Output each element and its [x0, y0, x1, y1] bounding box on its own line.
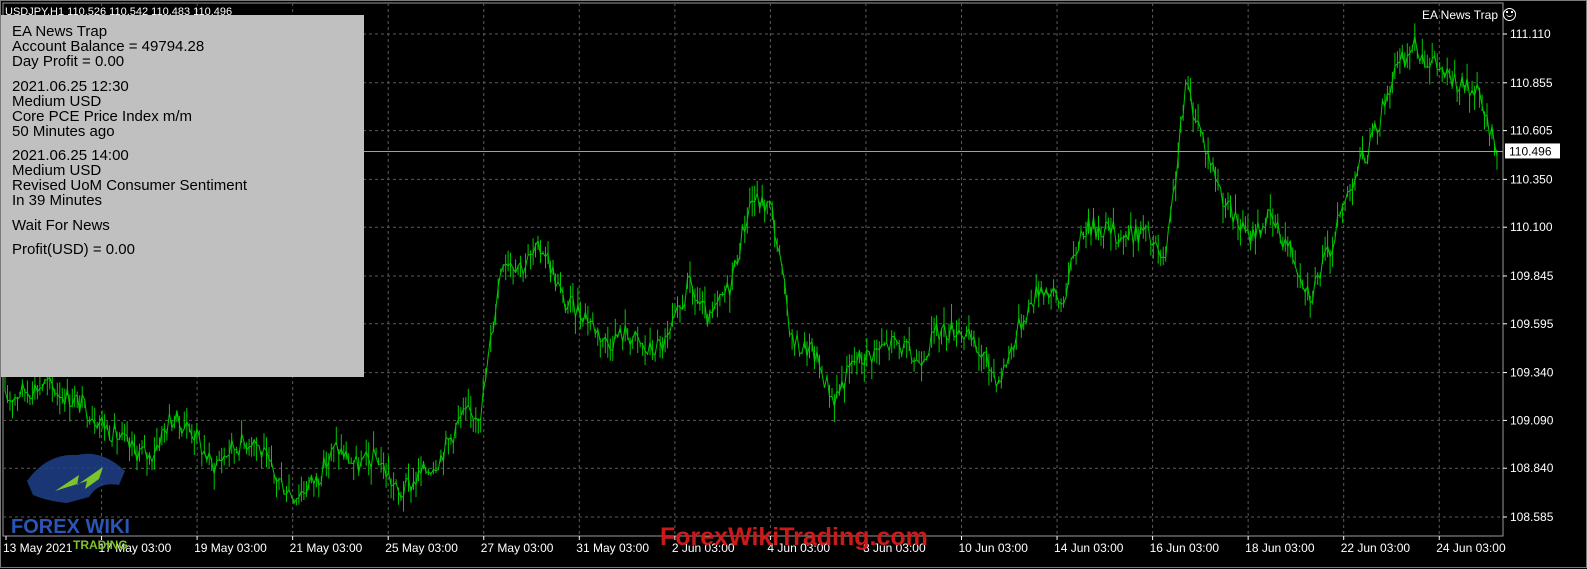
news2-time: 2021.06.25 14:00 [12, 147, 129, 164]
ea-name-text: EA News Trap [1421, 8, 1498, 22]
time-tick-label: 25 May 03:00 [385, 541, 458, 555]
time-tick-label: 27 May 03:00 [481, 541, 554, 555]
time-tick-label: 14 Jun 03:00 [1054, 541, 1124, 555]
day-profit: Day Profit = 0.00 [12, 53, 125, 70]
price-tick-label: 110.605 [1510, 124, 1553, 138]
smiley-icon [1503, 8, 1516, 21]
price-tick-label: 109.845 [1510, 269, 1554, 283]
time-tick-label: 24 Jun 03:00 [1436, 541, 1506, 555]
time-tick-label: 16 Jun 03:00 [1150, 541, 1220, 555]
news1-title: Core PCE Price Index m/m [12, 108, 193, 125]
ea-status: Wait For News [12, 217, 110, 234]
price-tick-label: 109.340 [1510, 366, 1554, 380]
news2-title: Revised UoM Consumer Sentiment [12, 177, 248, 194]
price-tick-label: 111.110 [1510, 27, 1551, 41]
site-watermark: ForexWikiTrading.com [660, 523, 928, 551]
price-tick-label: 110.855 [1510, 76, 1553, 90]
time-tick-label: 31 May 03:00 [576, 541, 649, 555]
price-tick-label: 109.090 [1510, 413, 1554, 427]
panel-title: EA News Trap [12, 23, 108, 40]
chart-window[interactable]: 111.110 110.855 110.605 110.350 110.100 109.8… [0, 0, 1587, 568]
news2-when: In 39 Minutes [12, 192, 103, 209]
ea-name-label: EA News Trap [1422, 8, 1516, 22]
price-tick-label: 109.595 [1510, 317, 1554, 331]
forex-wiki-logo: FOREX WIKI TRADING [11, 453, 130, 551]
time-tick-label: 18 Jun 03:00 [1245, 541, 1315, 555]
news1-time: 2021.06.25 12:30 [12, 78, 129, 95]
news1-when: 50 Minutes ago [12, 123, 115, 140]
price-axis: 111.110 110.855 110.605 110.350 110.100 109.8… [1503, 27, 1560, 524]
time-tick-label: 22 Jun 03:00 [1341, 541, 1411, 555]
time-tick-label: 21 May 03:00 [290, 541, 363, 555]
news1-impact: Medium USD [12, 93, 102, 110]
account-balance: Account Balance = 49794.28 [12, 38, 205, 55]
news2-impact: Medium USD [12, 162, 102, 179]
current-price-label: 110.496 [1509, 144, 1552, 158]
price-tick-label: 108.840 [1510, 461, 1554, 475]
logo-text-bottom: TRADING [73, 538, 128, 551]
price-tick-label: 110.100 [1510, 220, 1553, 234]
ea-info-panel: EA News Trap Account Balance = 49794.28 … [1, 15, 364, 377]
time-tick-label: 10 Jun 03:00 [959, 541, 1029, 555]
price-tick-label: 110.350 [1510, 172, 1553, 186]
profit-usd: Profit(USD) = 0.00 [12, 241, 135, 258]
logo-text-top: FOREX WIKI [11, 516, 130, 538]
time-tick-label: 19 May 03:00 [194, 541, 267, 555]
price-tick-label: 108.585 [1510, 510, 1554, 524]
